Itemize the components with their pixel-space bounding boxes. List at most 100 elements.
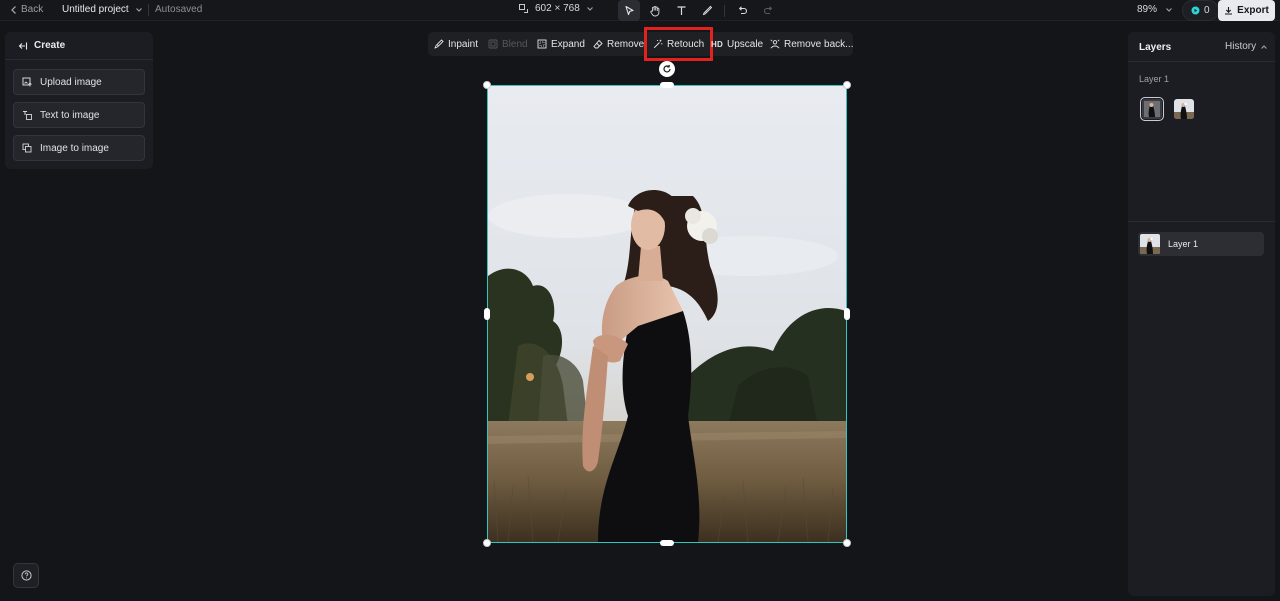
layer-thumbnail-2[interactable] [1174,99,1194,119]
layer-row-label: Layer 1 [1168,239,1199,249]
blend-label: Blend [502,38,528,50]
history-tab[interactable]: History [1225,41,1268,52]
resize-handle-bottom-left[interactable] [483,539,491,547]
upload-image-label: Upload image [40,76,102,88]
cursor-icon [624,5,634,16]
help-button[interactable] [13,563,39,588]
hand-tool[interactable] [644,0,666,21]
autosave-status: Autosaved [155,4,203,15]
inpaint-icon [434,39,444,49]
upload-image-icon [22,77,32,87]
create-header[interactable]: Create [5,32,153,60]
select-tool[interactable] [618,0,640,21]
photo-woman-in-field [488,86,846,542]
remove-button[interactable]: Remove [593,32,644,56]
rotate-icon [663,64,671,73]
credits-badge[interactable]: 0 [1182,0,1219,21]
canvas-size: 602 × 768 [535,3,580,14]
resize-handle-bottom[interactable] [660,540,674,546]
redo-icon [763,6,772,15]
text-to-image-label: Text to image [40,109,100,121]
expand-button[interactable]: Expand [537,32,585,56]
blend-icon [488,39,498,49]
layer-thumbnail-1[interactable] [1140,97,1164,121]
divider [724,4,725,17]
create-panel: Create Upload image Text to image Image … [5,32,153,169]
layer-row-thumbnail [1140,234,1160,254]
chevron-down-icon [1166,7,1172,12]
zoom-level: 89% [1137,4,1158,15]
export-button[interactable]: Export [1218,0,1275,21]
chevron-up-icon [1261,44,1268,49]
canvas-image-layer[interactable] [487,85,847,543]
zoom-dropdown[interactable]: 89% [1137,4,1173,15]
top-bar: Back Untitled project Autosaved 602 × 76… [0,0,1280,21]
resize-handle-bottom-right[interactable] [843,539,851,547]
export-label: Export [1237,5,1269,16]
download-icon [1225,7,1233,15]
canvas-size-dropdown[interactable]: 602 × 768 [518,3,594,14]
credit-icon [1191,6,1200,15]
retouch-button[interactable]: Retouch [643,27,714,61]
divider [1128,61,1275,62]
resize-handle-left[interactable] [484,308,490,320]
resize-icon [519,4,528,13]
inpaint-button[interactable]: Inpaint [434,32,478,56]
project-name: Untitled project [62,4,129,15]
thumbnail-image [1174,99,1194,119]
layer-group-label: Layer 1 [1139,74,1170,84]
retouch-label: Retouch [667,38,705,50]
eraser-icon [593,39,603,49]
remove-background-button[interactable]: Remove back... [770,32,853,56]
resize-handle-right[interactable] [844,308,850,320]
resize-handle-top-right[interactable] [843,81,851,89]
resize-handle-top-left[interactable] [483,81,491,89]
magic-wand-icon [653,39,663,49]
hand-icon [650,5,660,16]
credits-count: 0 [1204,5,1210,16]
collapse-left-icon [18,42,28,49]
history-label: History [1225,41,1257,52]
remove-background-label: Remove back... [784,38,854,50]
upload-image-button[interactable]: Upload image [13,69,145,95]
create-title: Create [34,40,66,51]
back-button[interactable]: Back [10,4,43,15]
image-to-image-label: Image to image [40,142,109,154]
text-to-image-icon [23,111,32,120]
project-name-dropdown[interactable]: Untitled project [62,4,143,15]
brush-tool[interactable] [696,0,718,21]
resize-handle-top[interactable] [660,82,674,88]
undo-button[interactable] [731,0,753,21]
text-tool[interactable] [670,0,692,21]
text-to-image-button[interactable]: Text to image [13,102,145,128]
upscale-label: Upscale [726,38,764,50]
tool-group [618,0,779,21]
image-to-image-icon [22,143,32,153]
hd-icon: HD [711,39,723,49]
expand-icon [537,39,547,49]
brush-icon [702,5,712,16]
image-actions-toolbar: Inpaint Blend Expand Remove Retouch HD U… [428,27,853,61]
image-to-image-button[interactable]: Image to image [13,135,145,161]
rotate-handle[interactable] [659,61,675,77]
inpaint-label: Inpaint [448,38,479,50]
remove-background-icon [770,39,780,49]
chevron-left-icon [11,5,16,14]
divider [1128,221,1275,222]
layers-panel: Layers History Layer 1 Layer 1 [1128,32,1275,596]
help-icon [20,570,32,581]
thumbnail-image [1142,99,1162,119]
upscale-button[interactable]: HD Upscale [711,32,763,56]
blend-button[interactable]: Blend [488,32,528,56]
undo-icon [738,6,747,15]
chevron-down-icon [586,6,593,11]
remove-label: Remove [607,38,645,50]
layers-tab[interactable]: Layers [1139,42,1171,53]
redo-button[interactable] [757,0,779,21]
chevron-down-icon [135,7,142,12]
divider [148,4,149,16]
expand-label: Expand [551,38,585,50]
layer-row[interactable]: Layer 1 [1138,232,1264,256]
back-label: Back [21,4,44,15]
text-icon [677,6,685,15]
